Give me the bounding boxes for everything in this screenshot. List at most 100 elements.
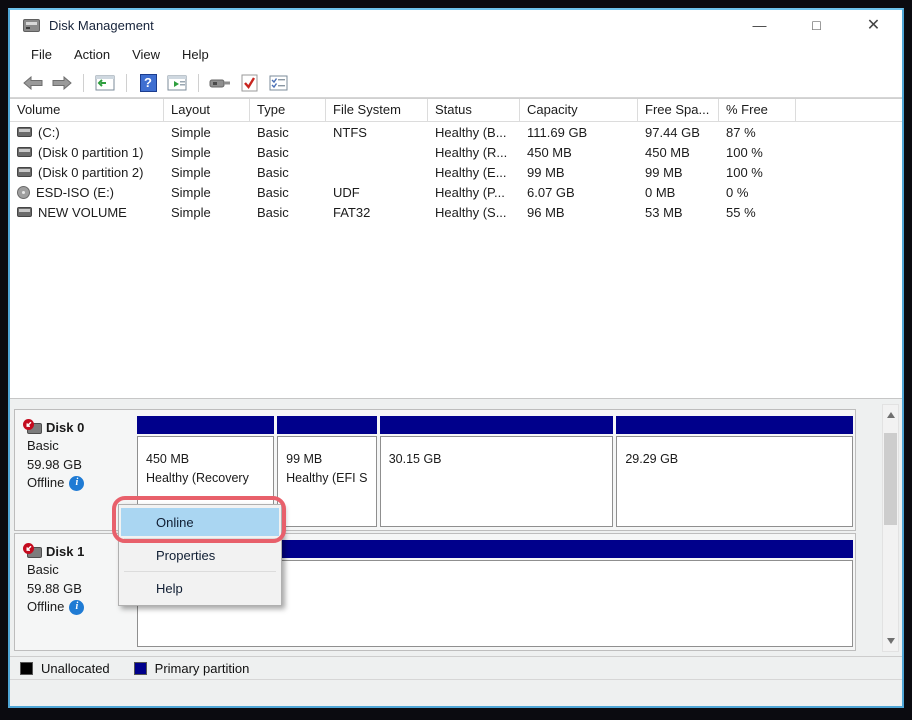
cell-free-space: 450 MB (638, 145, 719, 160)
partition[interactable]: 30.15 GB (380, 416, 614, 527)
disk-name: Disk 0 (46, 419, 84, 437)
info-icon[interactable]: i (69, 476, 84, 491)
info-icon[interactable]: i (69, 600, 84, 615)
primary-partition-bar (137, 416, 274, 434)
help-icon[interactable]: ? (137, 73, 159, 93)
menu-item-help[interactable]: Help (121, 574, 279, 602)
col-status[interactable]: Status (428, 99, 520, 122)
scroll-down-icon[interactable] (887, 638, 895, 644)
table-row[interactable]: (Disk 0 partition 1) Simple Basic Health… (10, 142, 902, 162)
cell-pct-free: 100 % (719, 145, 796, 160)
cell-status: Healthy (S... (428, 205, 520, 220)
col-capacity[interactable]: Capacity (520, 99, 638, 122)
context-menu: Online Properties Help (118, 504, 282, 606)
primary-partition-bar (277, 416, 377, 434)
disk-offline-icon (27, 423, 42, 434)
cell-status: Healthy (R... (428, 145, 520, 160)
cell-type: Basic (250, 165, 326, 180)
partition-size: 99 MB (286, 450, 376, 469)
cell-free-space: 97.44 GB (638, 125, 719, 140)
col-layout[interactable]: Layout (164, 99, 250, 122)
show-action-pane-icon[interactable] (166, 73, 188, 93)
volume-name: (Disk 0 partition 2) (38, 165, 143, 180)
col-pct-free[interactable]: % Free (719, 99, 796, 122)
disk-kind: Basic (27, 437, 133, 455)
check-document-icon[interactable] (238, 73, 260, 93)
volume-name: (C:) (38, 125, 60, 140)
menu-help[interactable]: Help (171, 43, 220, 66)
cell-layout: Simple (164, 205, 250, 220)
cell-type: Basic (250, 205, 326, 220)
drive-icon (17, 127, 32, 137)
cell-pct-free: 55 % (719, 205, 796, 220)
cell-status: Healthy (P... (428, 185, 520, 200)
col-empty (796, 99, 902, 122)
show-console-tree-icon[interactable] (94, 73, 116, 93)
col-volume[interactable]: Volume (10, 99, 164, 122)
volume-name: NEW VOLUME (38, 205, 127, 220)
close-button[interactable]: ✕ (845, 10, 902, 40)
cell-layout: Simple (164, 165, 250, 180)
cell-capacity: 111.69 GB (520, 125, 638, 140)
volume-name: (Disk 0 partition 1) (38, 145, 143, 160)
menu-item-online[interactable]: Online (121, 508, 279, 536)
disk-status: Offline (27, 474, 64, 492)
cell-layout: Simple (164, 125, 250, 140)
disk-name: Disk 1 (46, 543, 84, 561)
forward-arrow-icon[interactable] (51, 73, 73, 93)
vertical-scrollbar[interactable] (882, 404, 899, 652)
menu-view[interactable]: View (121, 43, 171, 66)
partition-status: Healthy (Recovery (146, 469, 273, 488)
toolbar: ? (10, 68, 902, 98)
cell-type: Basic (250, 125, 326, 140)
title-bar: Disk Management — □ ✕ (10, 10, 902, 40)
cell-type: Basic (250, 145, 326, 160)
maximize-button[interactable]: □ (788, 10, 845, 40)
device-popup-icon[interactable] (209, 73, 231, 93)
menu-file[interactable]: File (20, 43, 63, 66)
cell-capacity: 6.07 GB (520, 185, 638, 200)
col-file-system[interactable]: File System (326, 99, 428, 122)
cell-capacity: 450 MB (520, 145, 638, 160)
menu-action[interactable]: Action (63, 43, 121, 66)
minimize-button[interactable]: — (731, 10, 788, 40)
disk-size: 59.98 GB (27, 456, 133, 474)
cell-free-space: 53 MB (638, 205, 719, 220)
cell-capacity: 96 MB (520, 205, 638, 220)
disk-0-label-panel[interactable]: Disk 0 Basic 59.98 GB Offline i (15, 410, 133, 530)
volume-list: Volume Layout Type File System Status Ca… (10, 98, 902, 398)
partition-size: 450 MB (146, 450, 273, 469)
disk-1-label-panel[interactable]: Disk 1 Basic 59.88 GB Offline i (15, 534, 133, 650)
window-controls: — □ ✕ (731, 10, 902, 40)
table-row[interactable]: NEW VOLUME Simple Basic FAT32 Healthy (S… (10, 202, 902, 222)
toolbar-separator (198, 74, 199, 92)
table-row[interactable]: (C:) Simple Basic NTFS Healthy (B... 111… (10, 122, 902, 142)
back-arrow-icon[interactable] (22, 73, 44, 93)
menu-bar: File Action View Help (10, 40, 902, 68)
properties-list-icon[interactable] (267, 73, 289, 93)
table-row[interactable]: ESD-ISO (E:) Simple Basic UDF Healthy (P… (10, 182, 902, 202)
status-bar (10, 679, 902, 706)
cell-free-space: 99 MB (638, 165, 719, 180)
drive-icon (17, 207, 32, 217)
primary-partition-bar (380, 416, 614, 434)
scrollbar-thumb[interactable] (884, 433, 897, 525)
scroll-up-icon[interactable] (887, 412, 895, 418)
cell-layout: Simple (164, 145, 250, 160)
cell-pct-free: 87 % (719, 125, 796, 140)
col-type[interactable]: Type (250, 99, 326, 122)
cell-capacity: 99 MB (520, 165, 638, 180)
menu-item-properties[interactable]: Properties (121, 541, 279, 569)
cell-file-system: UDF (326, 185, 428, 200)
table-row[interactable]: (Disk 0 partition 2) Simple Basic Health… (10, 162, 902, 182)
partition-size: 30.15 GB (389, 450, 613, 469)
primary-partition-swatch (134, 662, 147, 675)
partition-size: 29.29 GB (625, 450, 852, 469)
partition[interactable]: 29.29 GB (616, 416, 853, 527)
disk-status: Offline (27, 598, 64, 616)
table-header: Volume Layout Type File System Status Ca… (10, 99, 902, 122)
partition[interactable]: 99 MB Healthy (EFI S (277, 416, 377, 527)
col-free-space[interactable]: Free Spa... (638, 99, 719, 122)
app-disk-icon (23, 19, 40, 32)
cell-free-space: 0 MB (638, 185, 719, 200)
